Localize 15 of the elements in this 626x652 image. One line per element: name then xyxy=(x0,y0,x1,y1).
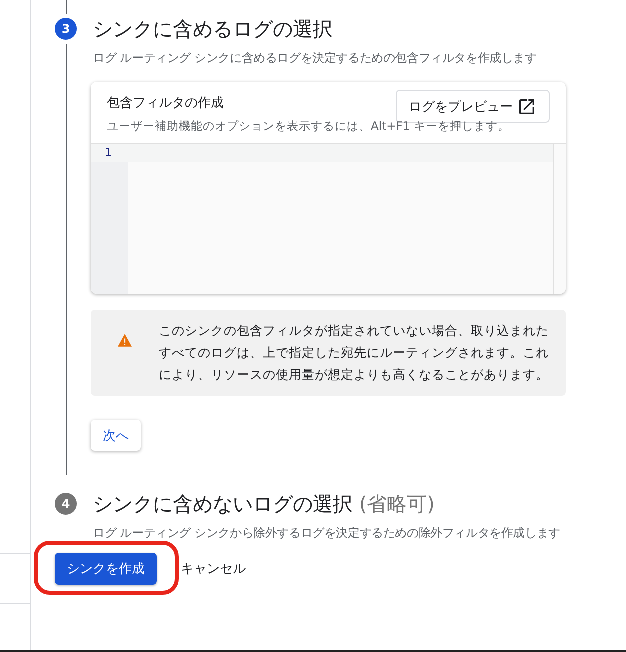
card-title: 包含フィルタの作成 xyxy=(107,95,224,113)
code-editor[interactable]: 1 xyxy=(91,143,566,294)
step-description: ログ ルーティング シンクから除外するログを決定するための除外フィルタを作成します xyxy=(92,525,562,542)
next-button[interactable]: 次へ xyxy=(91,420,141,451)
external-link-icon xyxy=(517,96,537,116)
create-sink-button[interactable]: シンクを作成 xyxy=(55,553,157,585)
warning-icon xyxy=(118,334,132,347)
step-number: 3 xyxy=(55,18,77,40)
cancel-button[interactable]: キャンセル xyxy=(181,560,246,578)
line-number: 1 xyxy=(91,144,128,162)
step-number: 4 xyxy=(55,493,77,515)
step-title: シンクに含めないログの選択 (省略可) xyxy=(92,491,436,518)
warning-text: このシンクの包含フィルタが指定されていない場合、取り込まれたすべてのログは、上で指定した宛先にルーティングされます。これにより、リソースの使用量が想定よりも高くなることがあります。 xyxy=(159,322,550,384)
step-title: シンクに含めるログの選択 xyxy=(92,16,334,43)
step-description: ログ ルーティング シンクに含めるログを決定するための包含フィルタを作成します xyxy=(92,50,538,67)
